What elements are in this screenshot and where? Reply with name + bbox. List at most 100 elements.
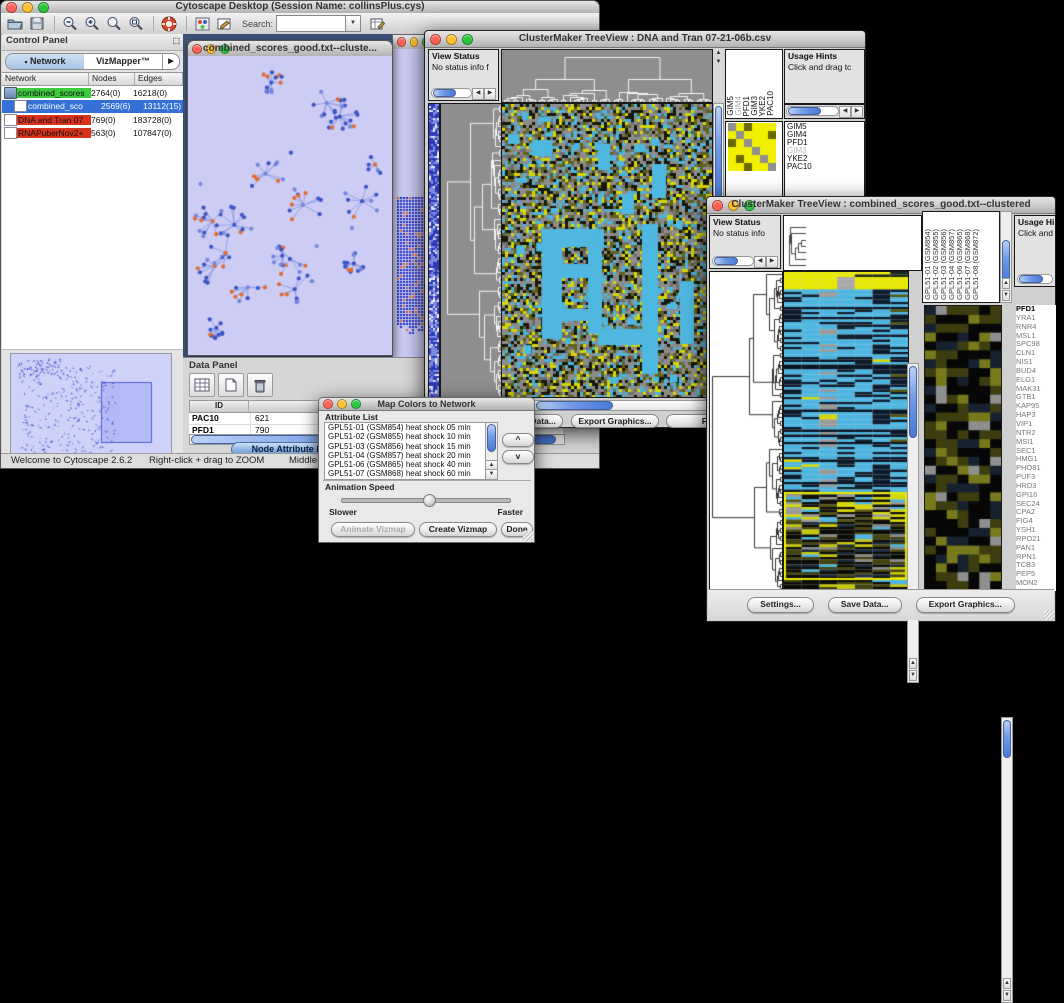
status-middle-hint: Middle- [289,455,320,466]
help-icon[interactable] [159,15,179,32]
treeview1-titlebar[interactable]: ClusterMaker TreeView : DNA and Tran 07-… [425,31,865,48]
network-row[interactable]: combined_sco 2569(6) 13112(15) [2,100,183,114]
tab-vizmapper[interactable]: VizMapper™ [84,54,162,69]
status-welcome: Welcome to Cytoscape 2.6.2 [11,455,132,466]
search-input[interactable] [276,15,346,32]
global-overview-strip[interactable] [428,103,440,398]
animation-speed-group: Animation Speed Slower Faster [323,480,531,521]
attribute-list-item[interactable]: GPL51-06 (GSM865) heat shock 40 min [325,460,497,469]
network-view-canvas[interactable] [188,56,392,355]
move-up-button[interactable]: ^ [502,433,534,447]
settings-button[interactable]: Settings... [747,597,814,613]
export-graphics-button[interactable]: Export Graphics... [916,597,1015,613]
usage-hints-scrollbar[interactable] [1017,274,1053,284]
zoom-fit-button[interactable] [126,15,146,32]
slider-thumb[interactable] [423,494,436,507]
view-status-scrollbar[interactable]: ◀▶ [712,256,778,266]
resize-grip[interactable] [1044,610,1054,620]
row-dendrogram[interactable] [440,103,502,398]
view-status-panel: View Status No status info f ◀▶ [428,49,499,101]
column-labels-vscrollbar[interactable]: ▲▼ [1000,211,1012,303]
usage-hints-scrollbar-row: ◀▶ [784,104,865,119]
attribute-list-item[interactable]: GPL51-07 (GSM868) heat shock 60 min [325,469,497,478]
dialog-title: Map Colors to Network [319,398,534,410]
attribute-list-label: Attribute List [325,412,378,422]
table-edit-icon[interactable] [367,15,387,32]
network-overview-canvas[interactable] [10,353,172,461]
zoom-selected-button[interactable] [104,15,124,32]
network-table-rows: combined_scores 2764(0) 16218(0) combine… [2,86,183,140]
attribute-list-item[interactable]: GPL51-03 (GSM856) heat shock 15 min [325,442,497,451]
network-row[interactable]: DNA and Tran 07 769(0) 183728(0) [2,113,183,127]
zoom-in-button[interactable] [82,15,102,32]
usage-hints-panel: Usage Hi Click and [1014,215,1056,287]
heatmap-canvas[interactable] [501,103,713,398]
similarity-matrix-canvas[interactable] [728,123,776,171]
main-window-title: Cytoscape Desktop (Session Name: collins… [1,1,599,13]
tab-network[interactable]: 🞄 Network [6,54,84,69]
network-nodes-count: 2764(0) [91,88,133,98]
float-panel-icon[interactable]: ⬚ [172,36,180,45]
network-icon [4,127,17,139]
attribute-list-item[interactable]: GPL51-02 (GSM855) heat shock 10 min [325,432,497,441]
search-label: Search: [242,19,273,29]
gene-labels-list[interactable]: PFD1YRA1RNR4MSL1SPC98CLN1NIS1BUD4ELG1MAK… [1016,305,1056,591]
new-attribute-button[interactable] [218,373,244,397]
dialog-titlebar[interactable]: Map Colors to Network [319,398,534,411]
network-overview-panel[interactable] [10,353,170,459]
zoom-out-button[interactable] [60,15,80,32]
attribute-list[interactable]: GPL51-01 (GSM854) heat shock 05 minGPL51… [324,422,498,480]
view-status-scrollbar[interactable]: ◀▶ [431,88,496,98]
save-data-button[interactable]: Save Data... [828,597,902,613]
control-panel-tabs: 🞄 Network VizMapper™ ▶ [5,53,180,70]
row-dendrogram[interactable] [709,271,783,591]
usage-hints-text: Click and drag tc [785,61,864,72]
grid-network-canvas[interactable] [397,197,427,337]
create-vizmap-button[interactable]: Create Vizmap [419,522,497,537]
zoom-heatmap-canvas[interactable] [924,305,1002,591]
resize-grip[interactable] [523,531,533,541]
scrollbar-thumb[interactable] [536,401,613,410]
delete-attribute-button[interactable] [247,373,273,397]
column-dendrogram[interactable] [501,49,713,103]
scrollbar-thumb[interactable] [909,366,917,438]
network-view-title: combined_scores_good.txt--cluste... [188,43,392,55]
column-dendrogram[interactable] [783,215,922,271]
network-tree-empty-area [2,140,183,350]
scrollbar-thumb[interactable] [715,106,722,198]
column-labels[interactable]: GIM5GIM4PFD1GIM3YKE2PAC10 [725,49,783,119]
export-graphics-button[interactable]: Export Graphics... [571,414,659,428]
status-zoom-hint: Right-click + drag to ZOOM [149,455,264,466]
animation-speed-slider[interactable] [341,498,511,503]
tabs-more-button[interactable]: ▶ [162,54,179,69]
column-labels[interactable]: GPL51-01 (GSM854)GPL51-02 (GSM855)GPL51-… [922,211,1000,303]
network-view-titlebar[interactable]: combined_scores_good.txt--cluste... [188,41,392,57]
network-edges-count: 16218(0) [133,88,183,98]
network-table-header[interactable]: NetworkNodesEdges [2,72,183,86]
zoom-heatmap-vscrollbar[interactable]: ▲▼ [1001,717,1013,1003]
save-button[interactable] [27,15,47,32]
attribute-list-item[interactable]: GPL51-04 (GSM857) heat shock 20 min [325,451,497,460]
animation-speed-label: Animation Speed [323,481,531,492]
heatmap-canvas[interactable] [783,271,909,591]
dendrogram-scroll-gap: ▲▼ [713,49,724,101]
usage-hints-scrollbar[interactable]: ◀▶ [786,106,863,116]
attribute-list-vscrollbar[interactable]: ▲▼ [485,423,497,479]
vizmapper-icon[interactable] [192,15,212,32]
select-attributes-button[interactable] [189,373,215,397]
open-file-button[interactable] [5,15,25,32]
network-view-window[interactable]: combined_scores_good.txt--cluste... [187,40,393,356]
heatmap-vscrollbar[interactable]: ▲▼ [907,363,919,683]
network-row[interactable]: combined_scores 2764(0) 16218(0) [2,86,183,100]
search-dropdown-button[interactable]: ▼ [346,15,361,32]
network-icon [14,100,27,112]
scrollbar-thumb[interactable] [1002,240,1010,282]
control-panel-header: Control Panel ⬚ [2,34,183,51]
scrollbar-thumb[interactable] [1003,720,1011,758]
animate-vizmap-button[interactable]: Animate Vizmap [331,522,415,537]
move-down-button[interactable]: v [502,450,534,464]
network-row[interactable]: RNAPuberNov2+ 563(0) 107847(0) [2,127,183,141]
scrollbar-thumb[interactable] [487,424,496,452]
annotation-icon[interactable] [214,15,234,32]
attribute-list-item[interactable]: GPL51-01 (GSM854) heat shock 05 min [325,423,497,432]
